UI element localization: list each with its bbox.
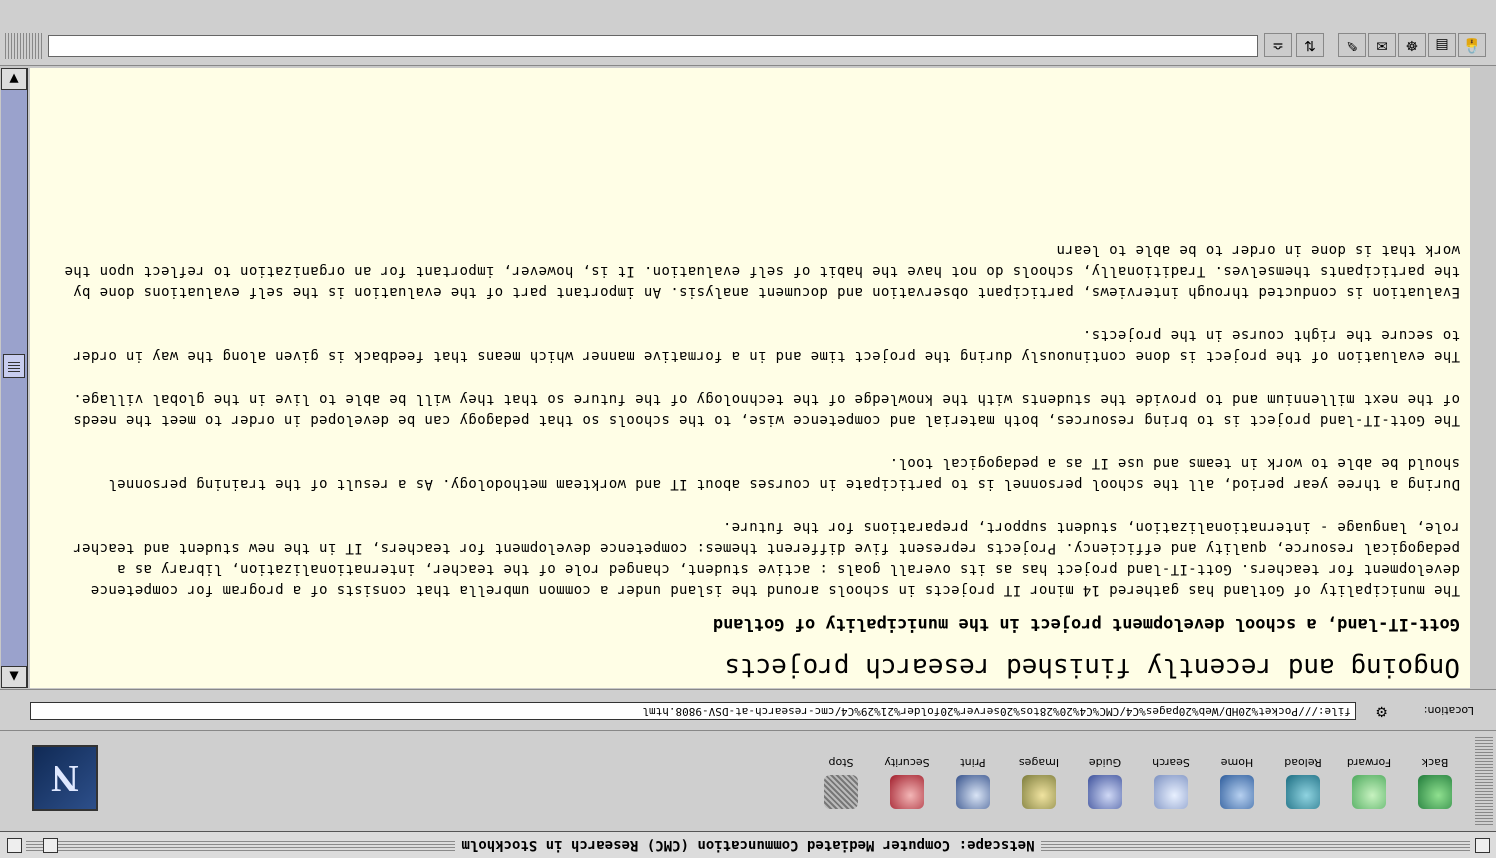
status-grip[interactable] (4, 33, 44, 59)
guide-button[interactable]: Guide (1072, 741, 1138, 827)
print-icon (956, 775, 990, 809)
status-message-field (48, 35, 1258, 57)
collapse-box[interactable] (7, 838, 22, 853)
back-icon (1418, 775, 1452, 809)
title-bar[interactable]: Netscape: Computer Mediated Communcation… (0, 831, 1496, 858)
offline-icon[interactable]: ⇅ (1296, 33, 1324, 57)
paragraph: The Gott-IT-land project is to bring res… (72, 391, 1460, 428)
window-title-wrap: Netscape: Computer Mediated Communcation… (0, 837, 1496, 853)
page-proxy-icon[interactable]: ⚙ (1375, 703, 1388, 719)
netscape-logo-letter: N (51, 757, 79, 799)
zoom-box[interactable] (43, 838, 58, 853)
paragraph: During a three year period, all the scho… (108, 455, 1460, 492)
resize-icon[interactable]: ≏ (1264, 33, 1292, 57)
netscape-logo[interactable]: N (32, 745, 98, 811)
composer-icon[interactable]: ✎ (1338, 33, 1366, 57)
guide-icon (1088, 775, 1122, 809)
security-button[interactable]: Security (874, 741, 940, 827)
forward-label: Forward (1346, 756, 1392, 769)
search-icon (1154, 775, 1188, 809)
scroll-thumb[interactable] (3, 354, 25, 378)
paragraph: The municipality of Gotland has gathered… (72, 519, 1460, 598)
images-button[interactable]: Images (1006, 741, 1072, 827)
paragraph: Evaluation is conducted through intervie… (64, 242, 1460, 300)
images-icon (1022, 775, 1056, 809)
status-bar: 🔓 ▤ ☸ ✉ ✎ ⇅ ≏ (0, 0, 1496, 66)
images-label: Images (1018, 756, 1060, 769)
print-label: Print (960, 756, 986, 769)
home-button[interactable]: Home (1204, 741, 1270, 827)
back-button[interactable]: Back (1402, 741, 1468, 827)
navigator-icon[interactable]: ☸ (1398, 33, 1426, 57)
forward-icon (1352, 775, 1386, 809)
reload-label: Reload (1284, 756, 1322, 769)
vertical-scrollbar[interactable]: ▲ ▼ (1, 68, 28, 688)
reload-button[interactable]: Reload (1270, 741, 1336, 827)
mail-icon[interactable]: ✉ (1368, 33, 1396, 57)
stop-button[interactable]: Stop (808, 741, 874, 827)
window-title: Netscape: Computer Mediated Communcation… (455, 837, 1041, 853)
security-status-icon[interactable]: 🔓 (1458, 33, 1486, 57)
browser-window: Netscape: Computer Mediated Communcation… (0, 0, 1496, 858)
guide-label: Guide (1088, 756, 1122, 769)
project-heading: Gott-IT-land, a school development proje… (712, 614, 1460, 634)
location-input[interactable]: file:///Pocket%20HD/Web%20pages%C4/CMC%C… (30, 702, 1356, 720)
component-bar-icon[interactable]: ▤ (1428, 33, 1456, 57)
location-label: Location: (1423, 704, 1474, 717)
forward-button[interactable]: Forward (1336, 741, 1402, 827)
search-label: Search (1152, 756, 1190, 769)
security-label: Security (884, 756, 930, 769)
navigation-toolbar: Back Forward Reload Home Search Guide Im… (0, 730, 1496, 831)
print-button[interactable]: Print (940, 741, 1006, 827)
page-heading: Ongoing and recently finished research p… (724, 652, 1460, 682)
home-label: Home (1220, 756, 1254, 769)
scroll-up-arrow-icon[interactable]: ▲ (1, 666, 27, 688)
security-icon (890, 775, 924, 809)
paragraph: The evaluation of the project is done co… (72, 327, 1460, 364)
page-content[interactable]: Ongoing and recently finished research p… (30, 68, 1470, 688)
toolbar-grip[interactable] (1475, 737, 1493, 827)
search-button[interactable]: Search (1138, 741, 1204, 827)
back-label: Back (1421, 756, 1449, 769)
stop-icon (824, 775, 858, 809)
location-bar: Location: ⚙ file:///Pocket%20HD/Web%20pa… (0, 689, 1496, 730)
reload-icon (1286, 775, 1320, 809)
stop-label: Stop (828, 756, 854, 769)
home-icon (1220, 775, 1254, 809)
scroll-down-arrow-icon[interactable]: ▼ (1, 68, 27, 90)
